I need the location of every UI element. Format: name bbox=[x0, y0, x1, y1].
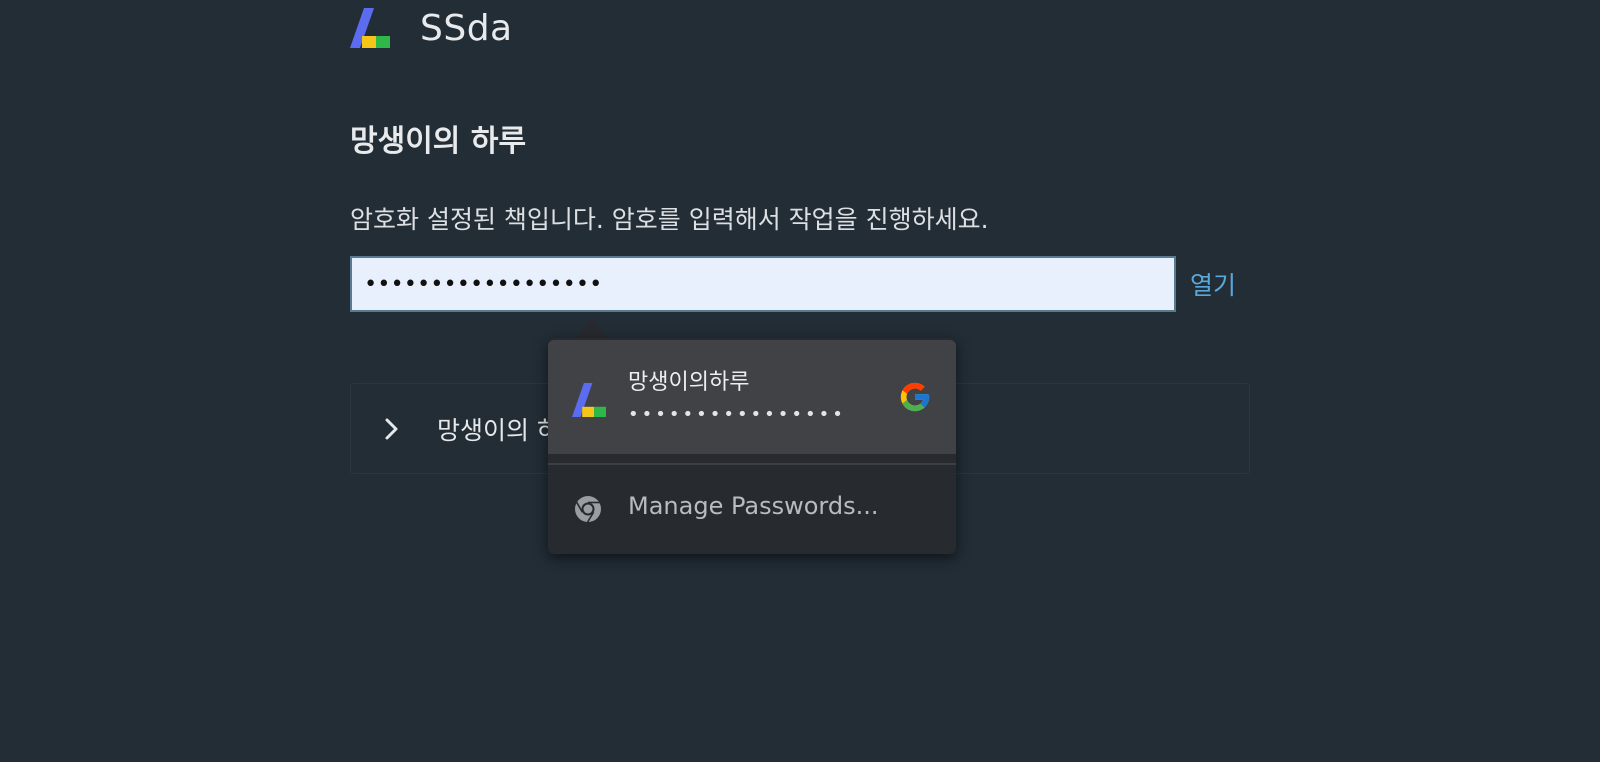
page: SSda 망생이의 하루 암호화 설정된 책입니다. 암호를 입력해서 작업을 … bbox=[0, 0, 1600, 762]
google-icon bbox=[900, 382, 930, 412]
collapsible-row-label: 망생이의 하 bbox=[437, 415, 560, 445]
entry-site-name: 망생이의하루 bbox=[628, 370, 750, 395]
open-button[interactable]: 열기 bbox=[1190, 266, 1236, 302]
ssda-logo-icon bbox=[350, 8, 390, 48]
saved-password-entry[interactable]: 망생이의하루 •••••••••••••••• bbox=[548, 340, 956, 454]
entry-password-mask: •••••••••••••••• bbox=[628, 404, 846, 425]
book-title: 망생이의 하루 bbox=[350, 124, 527, 159]
ssda-logo-icon bbox=[572, 383, 606, 417]
brand-name: SSda bbox=[420, 7, 513, 49]
manage-passwords-label: Manage Passwords... bbox=[628, 492, 879, 520]
brand-header[interactable]: SSda bbox=[350, 7, 513, 49]
chrome-icon bbox=[575, 496, 601, 523]
chevron-right-icon bbox=[385, 418, 398, 439]
encryption-instruction: 암호화 설정된 책입니다. 암호를 입력해서 작업을 진행하세요. bbox=[350, 205, 989, 234]
password-input[interactable] bbox=[350, 256, 1176, 312]
manage-passwords-item[interactable]: Manage Passwords... bbox=[548, 466, 956, 552]
popup-divider bbox=[548, 463, 956, 465]
password-autofill-popup: 망생이의하루 •••••••••••••••• Manage Passwords… bbox=[548, 338, 956, 554]
popup-arrow bbox=[576, 318, 608, 338]
